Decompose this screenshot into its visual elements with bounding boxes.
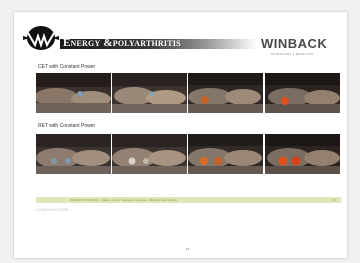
section-label-ret: RET with Constant Power [38,123,96,129]
ret-photo-3 [188,134,263,174]
cet-photo-2 [112,73,187,113]
ret-photo-2 [112,134,187,174]
page-number: 16 [186,247,190,251]
cet-photo-3 [188,73,263,113]
brand-logo-text: WINBACK [261,36,328,51]
section-label-cet: CET with Constant Power [38,64,96,70]
footer-text: WINBACK TRAINING · Fabien a LGD Toulouse… [70,198,178,202]
ret-photo-4 [265,134,340,174]
cet-photo-4 [265,73,340,113]
ret-photo-1 [36,134,111,174]
winback-logo-icon [23,26,59,50]
brand-subtitle: STIMULANT L'EVOLUTIF [271,52,314,56]
cet-photo-1 [36,73,111,113]
footer-number: 15 [332,198,336,202]
page-title: Energy &polyarthritis [63,37,181,49]
comment-label: COMMENTAIRE : [36,207,72,212]
